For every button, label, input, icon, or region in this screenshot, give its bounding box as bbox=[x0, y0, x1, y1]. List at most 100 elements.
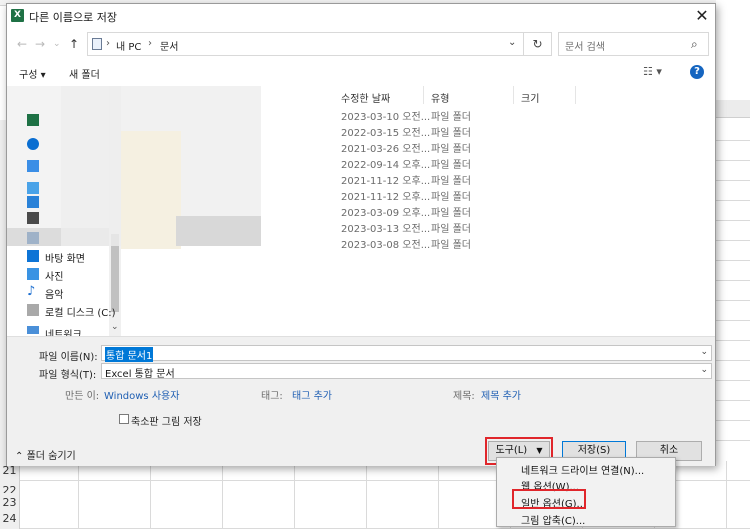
excel-grid-line bbox=[716, 360, 750, 361]
hide-folders-button[interactable]: ⌃ 폴더 숨기기 bbox=[15, 447, 76, 462]
excel-row-header[interactable]: 24 bbox=[0, 509, 20, 529]
excel-grid-line bbox=[716, 400, 750, 401]
refresh-icon: ↻ bbox=[532, 37, 543, 51]
help-icon[interactable]: ? bbox=[690, 65, 704, 79]
recent-locations-chevron-icon[interactable]: ⌄ bbox=[53, 39, 61, 49]
file-row-type[interactable]: 파일 폴더 bbox=[431, 220, 471, 235]
excel-app-icon: X bbox=[11, 9, 24, 22]
filename-label: 파일 이름(N): bbox=[39, 352, 98, 363]
excel-grid-line bbox=[716, 260, 750, 261]
filetype-select[interactable]: Excel 통합 문서 ⌄ bbox=[101, 363, 712, 380]
save-as-dialog: X 다른 이름으로 저장 ✕ ← → ⌄ ↑ › 내 PC › 문서 ⌄ ↻ 문… bbox=[6, 3, 716, 466]
music-icon: ♪ bbox=[27, 284, 36, 299]
search-box[interactable]: 문서 검색 ⌕ bbox=[558, 32, 709, 56]
file-row-type[interactable]: 파일 폴더 bbox=[431, 124, 471, 139]
excel-grid-line bbox=[716, 220, 750, 221]
filetype-value: Excel 통합 문서 bbox=[105, 369, 175, 380]
file-row-date[interactable]: 2022-09-14 오후... bbox=[341, 156, 430, 171]
filename-input[interactable]: 통합 문서1 ⌄ bbox=[101, 345, 712, 362]
file-row-type[interactable]: 파일 폴더 bbox=[431, 188, 471, 203]
pictures-icon bbox=[27, 268, 39, 280]
thumbnail-checkbox[interactable] bbox=[119, 414, 129, 424]
nav-item-pictures[interactable]: 사진 bbox=[45, 268, 63, 283]
file-list: 수정한 날짜 유형 크기 2023-03-10 오전... 파일 폴더 2022… bbox=[61, 86, 715, 336]
excel-grid-line bbox=[716, 160, 750, 161]
onedrive-icon bbox=[27, 138, 39, 150]
download-icon bbox=[27, 196, 39, 208]
author-value[interactable]: Windows 사용자 bbox=[104, 387, 179, 402]
file-row-type[interactable]: 파일 폴더 bbox=[431, 108, 471, 123]
file-row-type[interactable]: 파일 폴더 bbox=[431, 172, 471, 187]
excel-grid-line bbox=[716, 380, 750, 381]
excel-grid-line bbox=[716, 140, 750, 141]
breadcrumb-documents[interactable]: 문서 bbox=[160, 38, 178, 53]
filename-value: 통합 문서1 bbox=[105, 347, 154, 362]
excel-grid-line bbox=[716, 200, 750, 201]
file-row-date[interactable]: 2023-03-13 오전... bbox=[341, 220, 430, 235]
excel-grid-line bbox=[716, 240, 750, 241]
organize-button[interactable]: 구성 ▾ bbox=[19, 66, 46, 81]
title-bar[interactable]: X 다른 이름으로 저장 ✕ bbox=[7, 4, 715, 28]
search-icon[interactable]: ⌕ bbox=[691, 37, 698, 52]
view-options-icon[interactable]: ☷ ▾ bbox=[643, 65, 662, 78]
address-bar[interactable]: › 내 PC › 문서 ⌄ bbox=[87, 32, 524, 56]
refresh-button[interactable]: ↻ bbox=[524, 32, 552, 56]
network-icon bbox=[27, 326, 39, 334]
file-row-type[interactable]: 파일 폴더 bbox=[431, 204, 471, 219]
tags-value[interactable]: 태그 추가 bbox=[292, 387, 332, 402]
title-value[interactable]: 제목 추가 bbox=[481, 387, 521, 402]
filetype-label: 파일 형식(T): bbox=[39, 370, 97, 381]
file-row-type[interactable]: 파일 폴더 bbox=[431, 156, 471, 171]
nav-scroll-down-icon[interactable]: ⌄ bbox=[111, 322, 119, 332]
excel-grid-line bbox=[716, 320, 750, 321]
nav-item-network[interactable]: 네트워크 bbox=[45, 326, 82, 336]
filetype-dropdown-icon[interactable]: ⌄ bbox=[700, 365, 708, 375]
file-row-date[interactable]: 2021-11-12 오후... bbox=[341, 188, 430, 203]
hide-folders-label: 폴더 숨기기 bbox=[26, 451, 76, 462]
desktop-icon bbox=[27, 250, 39, 262]
back-arrow-icon[interactable]: ← bbox=[17, 37, 27, 51]
folder-icon bbox=[27, 212, 39, 224]
blurred-filenames bbox=[176, 216, 261, 246]
column-header-type[interactable]: 유형 bbox=[431, 90, 449, 105]
file-row-date[interactable]: 2023-03-09 오후... bbox=[341, 204, 430, 219]
new-folder-button[interactable]: 새 폴더 bbox=[69, 66, 100, 81]
close-icon[interactable]: ✕ bbox=[691, 5, 713, 27]
filename-dropdown-icon[interactable]: ⌄ bbox=[700, 347, 708, 357]
excel-grid-right bbox=[716, 0, 750, 529]
file-row-date[interactable]: 2021-03-26 오전... bbox=[341, 140, 430, 155]
excel-grid-line bbox=[716, 280, 750, 281]
up-arrow-icon[interactable]: ↑ bbox=[69, 37, 79, 51]
documents-icon bbox=[27, 232, 39, 244]
excel-grid-line bbox=[716, 440, 750, 441]
file-row-type[interactable]: 파일 폴더 bbox=[431, 140, 471, 155]
nav-item-desktop[interactable]: 바탕 화면 bbox=[45, 250, 85, 265]
column-header-modified[interactable]: 수정한 날짜 bbox=[341, 90, 390, 105]
file-row-type[interactable]: 파일 폴더 bbox=[431, 236, 471, 251]
author-label: 만든 이: bbox=[65, 391, 100, 402]
excel-column-header bbox=[716, 100, 750, 118]
excel-grid-line bbox=[716, 300, 750, 301]
file-row-date[interactable]: 2023-03-10 오전... bbox=[341, 108, 430, 123]
menu-item-compress-pictures[interactable]: 그림 압축(C)... bbox=[521, 512, 585, 527]
address-dropdown-chevron-icon[interactable]: ⌄ bbox=[508, 37, 516, 48]
nav-item-local-disk[interactable]: 로컬 디스크 (C:) bbox=[45, 304, 116, 319]
file-row-date[interactable]: 2022-03-15 오전... bbox=[341, 124, 430, 139]
column-header-size[interactable]: 크기 bbox=[521, 90, 539, 105]
breadcrumb-separator-icon: › bbox=[106, 38, 110, 49]
excel-icon bbox=[27, 114, 39, 126]
file-row-date[interactable]: 2021-11-12 오후... bbox=[341, 172, 430, 187]
address-row: ← → ⌄ ↑ › 내 PC › 문서 ⌄ ↻ 문서 검색 ⌕ bbox=[7, 32, 715, 58]
blurred-filenames bbox=[121, 131, 181, 249]
general-options-highlight-box bbox=[512, 489, 586, 509]
menu-item-map-network-drive[interactable]: 네트워크 드라이브 연결(N)... bbox=[521, 462, 644, 477]
excel-grid-line bbox=[716, 180, 750, 181]
nav-item-music[interactable]: 음악 bbox=[45, 286, 63, 301]
folder-icon bbox=[27, 182, 39, 194]
save-form: 파일 이름(N): 통합 문서1 ⌄ 파일 형식(T): Excel 통합 문서… bbox=[7, 336, 715, 428]
forward-arrow-icon[interactable]: → bbox=[35, 37, 45, 51]
file-row-date[interactable]: 2023-03-08 오전... bbox=[341, 236, 430, 251]
dialog-title: 다른 이름으로 저장 bbox=[29, 11, 117, 24]
command-toolbar: 구성 ▾ 새 폴더 ☷ ▾ ? bbox=[7, 60, 715, 86]
breadcrumb-this-pc[interactable]: 내 PC bbox=[116, 38, 141, 53]
